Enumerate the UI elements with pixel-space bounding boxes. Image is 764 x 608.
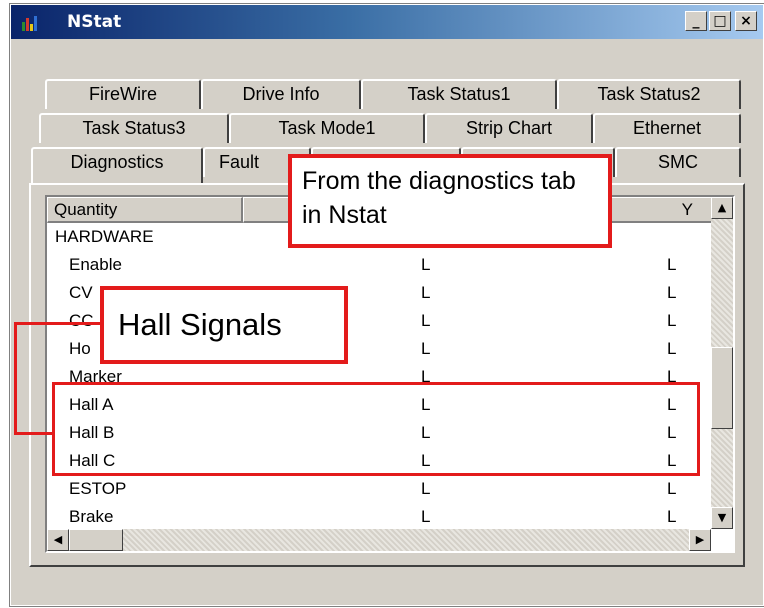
callout-leader-bottom (14, 432, 54, 435)
row-x-value: L (421, 339, 431, 358)
diagnostics-list[interactable]: Quantity Y HARDWARE Enable L L CV L L CC L L H… (45, 195, 735, 553)
row-y-value: L (667, 507, 677, 526)
scroll-right-arrow-icon[interactable]: ▶ (689, 529, 711, 551)
diagnostics-callout-text: From the diagnostics tab in Nstat (302, 167, 576, 229)
close-icon: × (740, 13, 752, 29)
row-quantity: Brake (69, 507, 114, 526)
row-y-value: L (667, 255, 677, 274)
app-icon (22, 16, 37, 31)
vertical-scroll-thumb[interactable] (711, 347, 733, 429)
table-row[interactable]: ESTOP L L (47, 475, 707, 503)
row-quantity: CC (69, 311, 94, 330)
table-row[interactable]: Enable L L (47, 251, 707, 279)
callout-leader-top (14, 322, 100, 325)
minimize-icon: _ (692, 13, 700, 29)
row-y-value: L (667, 311, 677, 330)
close-button[interactable]: × (735, 11, 757, 31)
column-header-quantity[interactable]: Quantity (47, 197, 243, 223)
hall-signals-callout-text: Hall Signals (118, 307, 282, 342)
tab-row-2: Task Status3 Task Mode1 Strip Chart Ethe… (31, 113, 743, 143)
maximize-icon: □ (713, 13, 727, 29)
tab-ethernet[interactable]: Ethernet (593, 113, 741, 143)
row-x-value: L (421, 479, 431, 498)
scroll-up-arrow-icon[interactable]: ▲ (711, 197, 733, 219)
tab-diagnostics[interactable]: Diagnostics (31, 147, 203, 183)
tab-strip-chart[interactable]: Strip Chart (425, 113, 593, 143)
tab-drive-info[interactable]: Drive Info (201, 79, 361, 109)
diagnostics-callout: From the diagnostics tab in Nstat (288, 154, 612, 248)
window-title: NStat (67, 12, 122, 32)
scroll-down-arrow-icon[interactable]: ▼ (711, 507, 733, 529)
vertical-scrollbar[interactable]: ▲ ▼ (711, 197, 733, 529)
tab-task-status2[interactable]: Task Status2 (557, 79, 741, 109)
table-row[interactable]: Brake L L (47, 503, 707, 531)
row-x-value: L (421, 507, 431, 526)
tab-row-1: FireWire Drive Info Task Status1 Task St… (31, 79, 743, 109)
section-label: HARDWARE (55, 227, 154, 246)
row-y-value: L (667, 479, 677, 498)
tab-smc[interactable]: SMC (615, 147, 741, 177)
tab-task-mode1[interactable]: Task Mode1 (229, 113, 425, 143)
tab-task-status1[interactable]: Task Status1 (361, 79, 557, 109)
row-x-value: L (421, 255, 431, 274)
row-x-value: L (421, 311, 431, 330)
horizontal-scroll-thumb[interactable] (69, 529, 123, 551)
row-y-value: L (667, 283, 677, 302)
row-x-value: L (421, 283, 431, 302)
hall-signals-callout: Hall Signals (100, 286, 348, 364)
tab-task-status3[interactable]: Task Status3 (39, 113, 229, 143)
minimize-button[interactable]: _ (685, 11, 707, 31)
maximize-button[interactable]: □ (709, 11, 731, 31)
hall-rows-highlight (52, 382, 700, 476)
scroll-left-arrow-icon[interactable]: ◀ (47, 529, 69, 551)
title-bar[interactable]: NStat _ □ × (11, 5, 763, 39)
tab-firewire[interactable]: FireWire (45, 79, 201, 109)
row-quantity: Ho (69, 339, 91, 358)
row-y-value: L (667, 339, 677, 358)
row-quantity: ESTOP (69, 479, 127, 498)
horizontal-scrollbar[interactable]: ◀ ▶ (47, 529, 711, 551)
row-quantity: Enable (69, 255, 122, 274)
callout-leader-vertical (14, 322, 17, 434)
row-quantity: CV (69, 283, 93, 302)
